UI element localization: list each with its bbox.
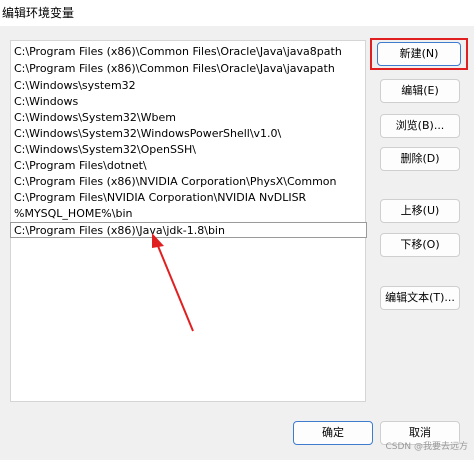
annotation-arrow: [152, 233, 194, 332]
ok-button[interactable]: 确定: [293, 421, 373, 445]
watermark: CSDN @我要去远方: [385, 442, 468, 452]
